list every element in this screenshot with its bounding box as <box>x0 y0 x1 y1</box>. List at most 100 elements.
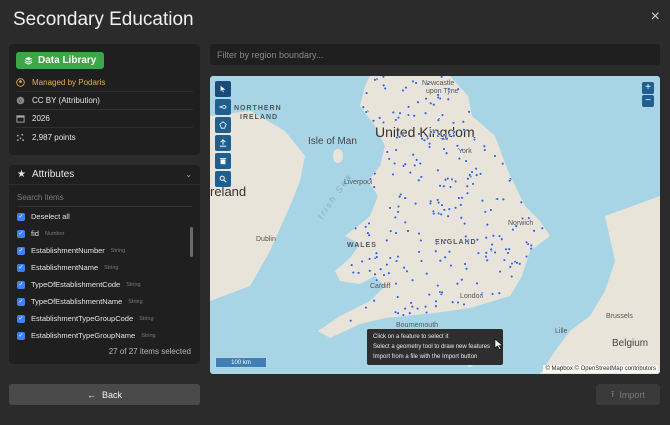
establishment-point[interactable] <box>436 198 440 202</box>
establishment-point[interactable] <box>451 121 456 125</box>
establishment-point[interactable] <box>396 204 401 209</box>
establishment-point[interactable] <box>466 177 470 181</box>
search-icon[interactable] <box>215 171 231 187</box>
establishment-point[interactable] <box>429 130 433 134</box>
establishment-point[interactable] <box>397 135 402 139</box>
establishment-point[interactable] <box>434 249 438 253</box>
establishment-point[interactable] <box>378 116 382 120</box>
list-item[interactable]: ✓ TypeOfEstablishmentName String <box>17 293 192 310</box>
establishment-point[interactable] <box>436 283 440 288</box>
establishment-point[interactable] <box>368 269 372 273</box>
establishment-point[interactable] <box>465 191 470 195</box>
establishment-point[interactable] <box>385 262 389 267</box>
establishment-point[interactable] <box>518 262 522 266</box>
establishment-point[interactable] <box>436 118 441 122</box>
establishment-point[interactable] <box>409 301 413 305</box>
chevron-down-icon[interactable]: ⌄ <box>185 170 192 179</box>
establishment-point[interactable] <box>383 86 387 91</box>
establishment-point[interactable] <box>373 78 377 82</box>
establishment-point[interactable] <box>388 206 392 210</box>
checkbox-checked-icon[interactable]: ✓ <box>17 246 25 255</box>
establishment-point[interactable] <box>463 262 467 266</box>
establishment-point[interactable] <box>381 120 386 125</box>
establishment-point[interactable] <box>423 111 428 115</box>
establishment-point[interactable] <box>398 111 402 115</box>
establishment-point[interactable] <box>403 306 407 311</box>
establishment-point[interactable] <box>393 310 398 314</box>
map-view[interactable]: reland NORTHERN IRELAND Isle of Man Iris… <box>210 76 660 374</box>
establishment-point[interactable] <box>361 105 365 109</box>
checkbox-checked-icon[interactable]: ✓ <box>17 229 25 238</box>
establishment-point[interactable] <box>373 171 377 176</box>
establishment-point[interactable] <box>403 196 407 200</box>
establishment-point[interactable] <box>498 269 502 274</box>
establishment-point[interactable] <box>364 110 368 114</box>
establishment-point[interactable] <box>510 261 514 266</box>
establishment-point[interactable] <box>406 229 410 233</box>
checkbox-checked-icon[interactable]: ✓ <box>17 212 25 221</box>
establishment-point[interactable] <box>490 292 495 296</box>
establishment-point[interactable] <box>489 208 493 212</box>
establishment-point[interactable] <box>349 318 353 323</box>
establishment-point[interactable] <box>442 208 446 212</box>
establishment-point[interactable] <box>456 300 460 305</box>
establishment-point[interactable] <box>453 206 458 210</box>
establishment-point[interactable] <box>436 200 441 205</box>
establishment-point[interactable] <box>514 224 518 228</box>
establishment-point[interactable] <box>371 119 376 123</box>
establishment-point[interactable] <box>417 231 421 236</box>
establishment-point[interactable] <box>444 151 449 155</box>
establishment-point[interactable] <box>437 132 441 136</box>
establishment-point[interactable] <box>504 247 508 251</box>
establishment-point[interactable] <box>448 133 452 137</box>
establishment-point[interactable] <box>472 137 477 142</box>
establishment-point[interactable] <box>511 227 515 232</box>
establishment-point[interactable] <box>446 97 450 101</box>
establishment-point[interactable] <box>476 251 481 255</box>
establishment-point[interactable] <box>468 173 472 177</box>
establishment-point[interactable] <box>456 87 460 91</box>
establishment-point[interactable] <box>434 299 438 303</box>
data-library-button[interactable]: Data Library <box>16 52 105 69</box>
establishment-point[interactable] <box>422 138 427 142</box>
attribute-scrollbar[interactable] <box>190 227 193 257</box>
establishment-point[interactable] <box>482 144 487 148</box>
establishment-point[interactable] <box>406 113 411 117</box>
establishment-point[interactable] <box>431 209 436 214</box>
establishment-point[interactable] <box>436 95 440 100</box>
establishment-point[interactable] <box>447 87 451 91</box>
draw-line-icon[interactable] <box>215 99 231 115</box>
establishment-point[interactable] <box>424 310 429 315</box>
establishment-point[interactable] <box>387 157 391 161</box>
list-item[interactable]: ✓ EstablishmentName String <box>17 259 192 276</box>
establishment-point[interactable] <box>427 142 432 146</box>
establishment-point[interactable] <box>425 272 429 276</box>
establishment-point[interactable] <box>465 184 469 188</box>
list-item[interactable]: ✓ EstablishmentTypeGroupName String <box>17 327 192 344</box>
establishment-point[interactable] <box>484 254 488 259</box>
establishment-point[interactable] <box>396 210 400 214</box>
list-item[interactable]: ✓ TypeOfEstablishmentCode String <box>17 276 192 293</box>
establishment-point[interactable] <box>379 267 383 271</box>
establishment-point[interactable] <box>417 178 421 182</box>
establishment-point[interactable] <box>479 292 484 297</box>
establishment-point[interactable] <box>459 216 463 220</box>
establishment-point[interactable] <box>417 250 421 254</box>
establishment-point[interactable] <box>483 210 487 214</box>
establishment-point[interactable] <box>401 313 405 317</box>
list-item[interactable]: ✓ EstablishmentNumber String <box>17 242 192 259</box>
establishment-point[interactable] <box>364 91 369 95</box>
establishment-point[interactable] <box>497 234 502 238</box>
establishment-point[interactable] <box>432 103 436 107</box>
establishment-point[interactable] <box>382 273 386 277</box>
establishment-point[interactable] <box>372 299 376 303</box>
establishment-point[interactable] <box>389 229 393 233</box>
establishment-point[interactable] <box>462 221 467 226</box>
deselect-all-item[interactable]: ✓ Deselect all <box>17 208 192 225</box>
establishment-point[interactable] <box>394 148 398 152</box>
establishment-point[interactable] <box>529 247 533 251</box>
establishment-point[interactable] <box>353 226 358 230</box>
establishment-point[interactable] <box>438 184 442 188</box>
establishment-point[interactable] <box>450 177 454 182</box>
establishment-point[interactable] <box>413 163 417 168</box>
